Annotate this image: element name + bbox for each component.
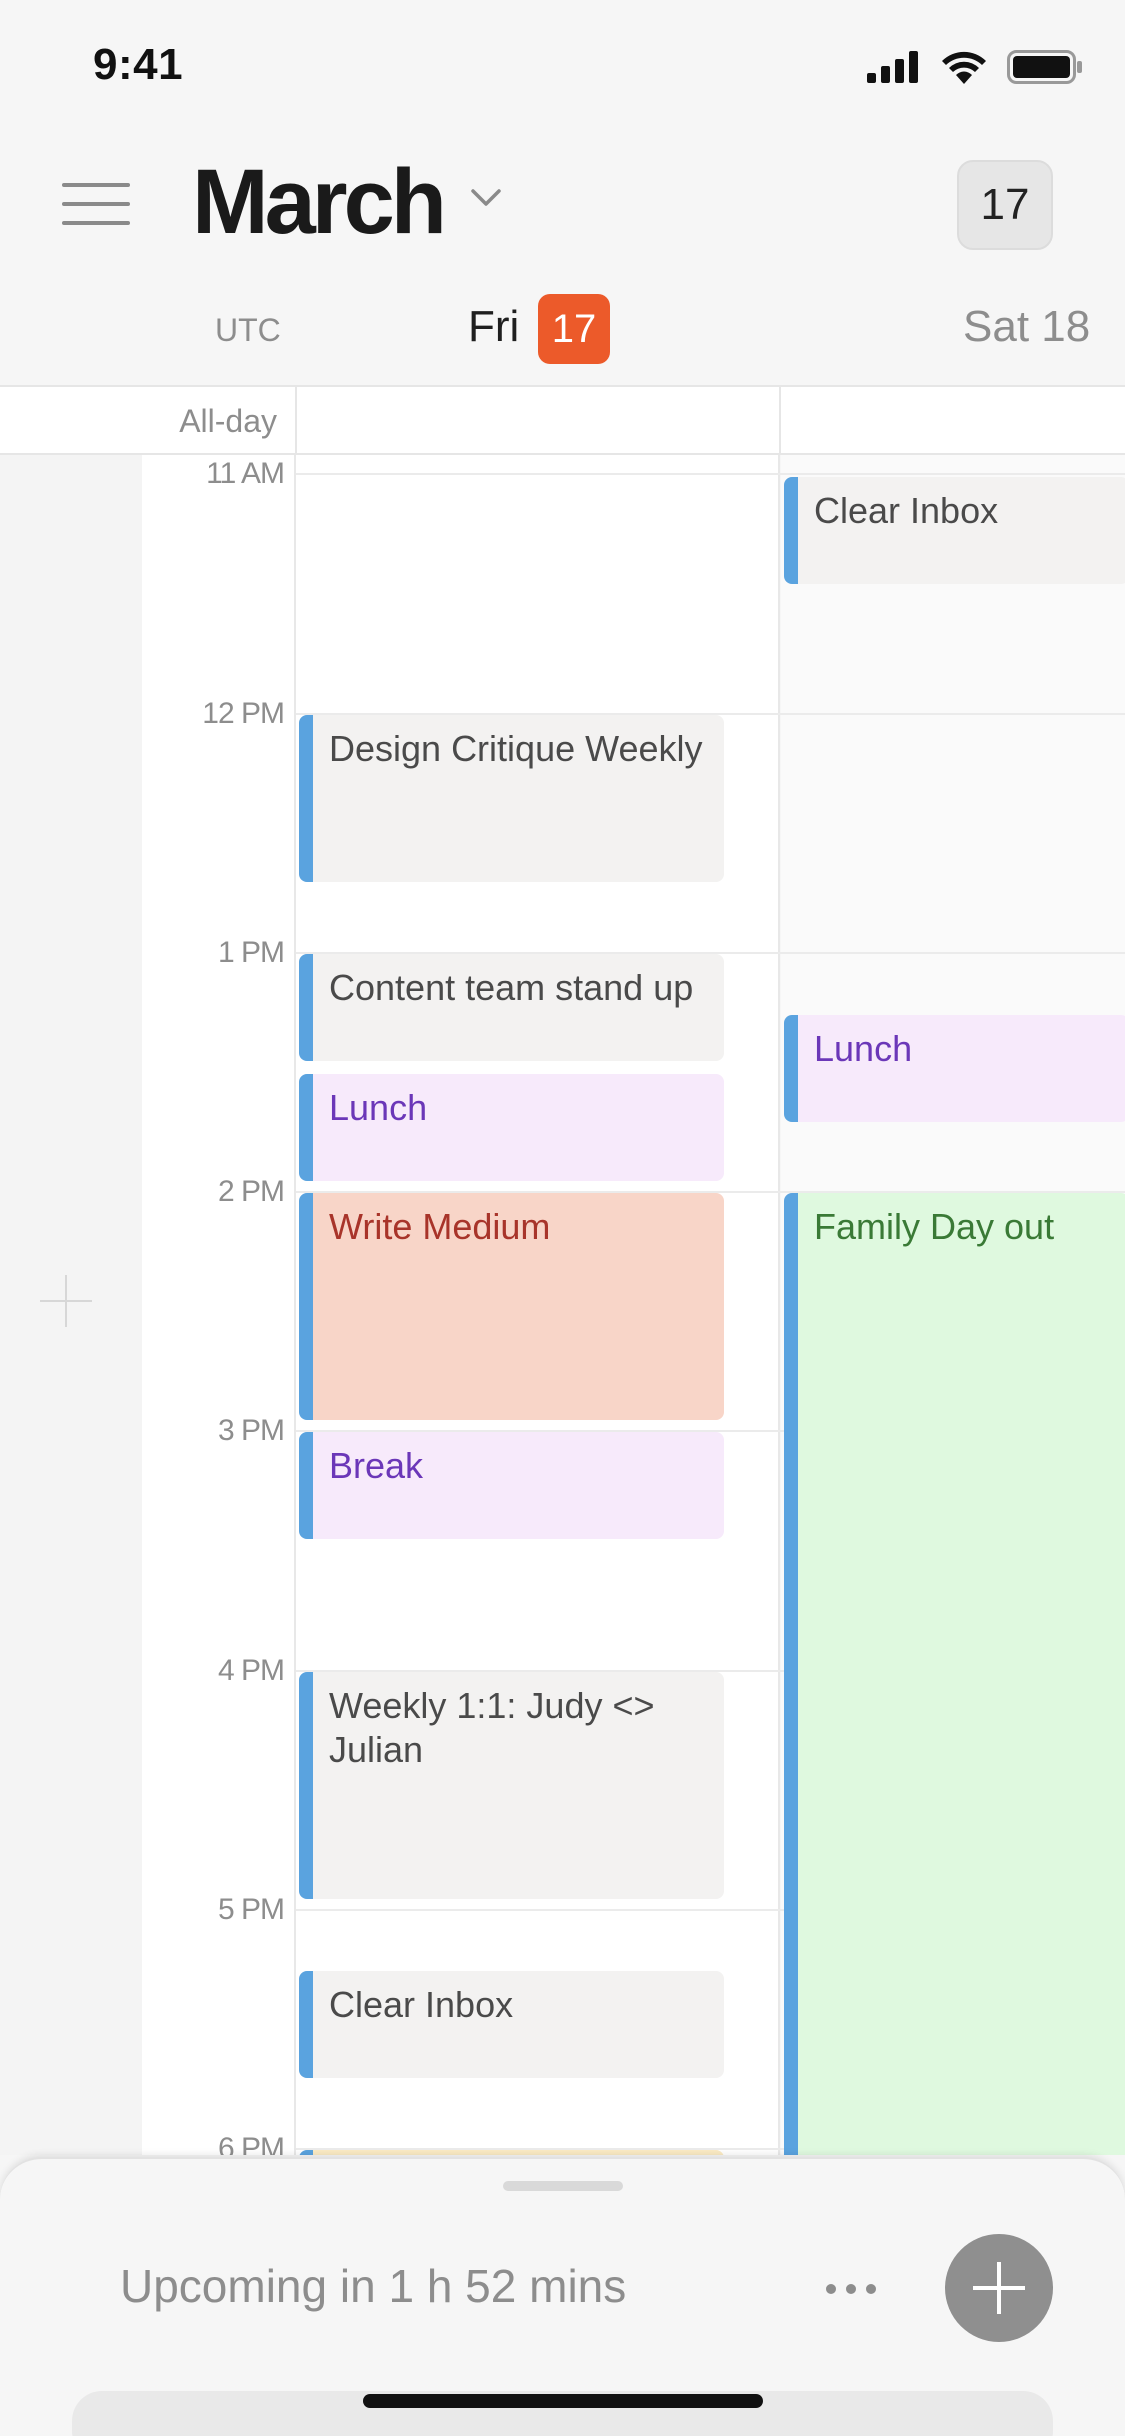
chevron-down-icon[interactable] (470, 188, 502, 208)
upcoming-label[interactable]: Upcoming in 1 h 52 mins (120, 2259, 626, 2313)
today-date-badge[interactable]: 17 (538, 294, 610, 364)
event-partial[interactable] (299, 2150, 724, 2155)
today-button[interactable]: 17 (957, 160, 1053, 250)
time-label: 2 PM (217, 1175, 285, 1208)
all-day-label: All-day (179, 403, 277, 439)
time-label: 6 PM (217, 2132, 285, 2155)
day-header-sat[interactable]: Sat 18 (963, 302, 1090, 352)
sheet-handle[interactable] (503, 2181, 623, 2191)
event-lunch-fri[interactable]: Lunch (299, 1074, 724, 1181)
event-weekly-one-on-one[interactable]: Weekly 1:1: Judy <> Julian (299, 1672, 724, 1899)
event-content-standup[interactable]: Content team stand up (299, 954, 724, 1061)
all-day-row[interactable]: All-day (0, 385, 1125, 455)
event-clear-inbox-sat[interactable]: Clear Inbox (784, 477, 1125, 584)
day-header-fri[interactable]: Fri (468, 302, 519, 352)
timezone-label: UTC (215, 312, 281, 348)
cellular-signal-icon (867, 51, 918, 83)
event-lunch-sat[interactable]: Lunch (784, 1015, 1125, 1122)
hamburger-menu-icon[interactable] (62, 183, 130, 225)
home-indicator (363, 2394, 763, 2408)
event-write-medium[interactable]: Write Medium (299, 1193, 724, 1420)
divider (295, 387, 297, 453)
month-title[interactable]: March (192, 150, 447, 255)
hour-line (296, 473, 1125, 475)
event-clear-inbox-fri[interactable]: Clear Inbox (299, 1971, 724, 2078)
more-icon[interactable] (826, 2284, 876, 2294)
time-label: 3 PM (217, 1414, 285, 1447)
event-break[interactable]: Break (299, 1432, 724, 1539)
time-label: 1 PM (217, 936, 285, 969)
battery-icon (1007, 50, 1082, 84)
event-family-day-out[interactable]: Family Day out (784, 1193, 1125, 2155)
calendar-grid[interactable]: 11 AM 12 PM 1 PM 2 PM 3 PM 4 PM 5 PM 6 P… (0, 455, 1125, 2155)
time-label: 11 AM (206, 457, 285, 490)
plus-icon[interactable] (40, 1275, 92, 1327)
event-design-critique[interactable]: Design Critique Weekly (299, 715, 724, 882)
time-label: 4 PM (217, 1654, 285, 1687)
divider (779, 387, 781, 453)
status-time: 9:41 (93, 40, 184, 89)
add-event-button[interactable] (945, 2234, 1053, 2342)
time-label: 5 PM (217, 1893, 285, 1926)
status-icons (867, 50, 1083, 84)
wifi-icon (942, 51, 986, 84)
time-label: 12 PM (202, 697, 285, 730)
